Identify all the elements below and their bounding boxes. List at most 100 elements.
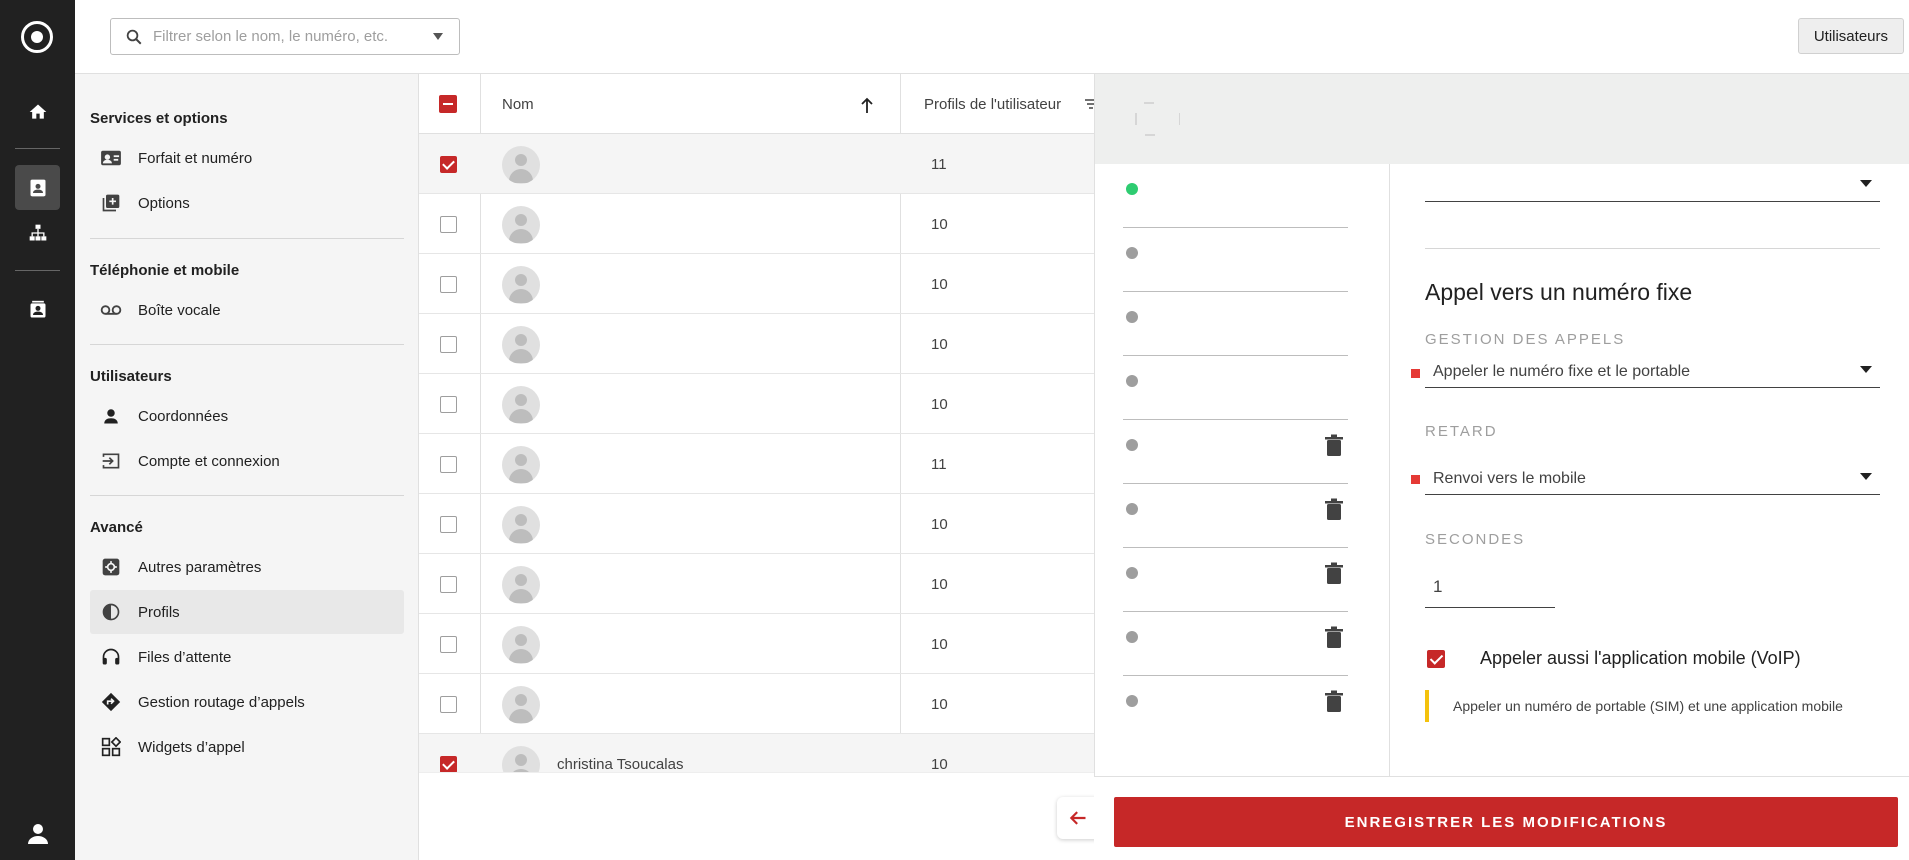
status-icon	[1126, 375, 1138, 387]
row-checkbox[interactable]	[440, 636, 457, 653]
status-active-icon	[1126, 183, 1138, 195]
table-row[interactable]: 10	[419, 614, 1094, 674]
row-checkbox[interactable]	[440, 516, 457, 533]
user-profile-count: 10	[931, 755, 948, 773]
menu-item-label: Boîte vocale	[138, 301, 221, 319]
avatar	[502, 266, 540, 304]
row-checkbox[interactable]	[440, 576, 457, 593]
list-item[interactable]	[1123, 548, 1348, 612]
row-checkbox[interactable]	[440, 696, 457, 713]
status-icon	[1126, 503, 1138, 515]
user-profile-count: 11	[931, 455, 947, 473]
account-icon[interactable]	[15, 810, 60, 855]
voip-label: Appeler aussi l'application mobile (VoIP…	[1480, 648, 1801, 668]
collapse-panel-button[interactable]	[1057, 797, 1099, 839]
voip-checkbox[interactable]	[1427, 650, 1445, 668]
previous-select[interactable]	[1425, 164, 1880, 202]
status-icon	[1126, 311, 1138, 323]
chevron-down-icon[interactable]	[433, 33, 443, 40]
list-item[interactable]	[1123, 676, 1348, 740]
row-checkbox[interactable]	[440, 276, 457, 293]
headset-icon	[100, 646, 122, 668]
widgets-icon	[100, 736, 122, 758]
list-item[interactable]	[1123, 612, 1348, 676]
select-all-checkbox[interactable]	[439, 95, 457, 113]
panel-header	[1095, 74, 1909, 164]
app-rail	[0, 0, 75, 860]
menu-item-other-settings[interactable]: Autres paramètres	[90, 545, 404, 589]
row-checkbox[interactable]	[440, 756, 457, 772]
menu-item-queues[interactable]: Files d’attente	[90, 635, 404, 679]
table-row[interactable]: 10	[419, 674, 1094, 734]
call-management-select[interactable]: Appeler le numéro fixe et le portable	[1425, 348, 1880, 388]
menu-item-account-login[interactable]: Compte et connexion	[90, 439, 404, 483]
menu-item-plan-number[interactable]: Forfait et numéro	[90, 136, 404, 180]
row-checkbox[interactable]	[440, 156, 457, 173]
row-checkbox[interactable]	[440, 456, 457, 473]
list-item[interactable]	[1123, 164, 1348, 228]
sort-ascending-icon[interactable]	[859, 96, 875, 114]
menu-item-contact-details[interactable]: Coordonnées	[90, 394, 404, 438]
status-icon	[1126, 567, 1138, 579]
list-item[interactable]	[1123, 420, 1348, 484]
list-item[interactable]	[1123, 484, 1348, 548]
filter-icon[interactable]	[1085, 99, 1094, 109]
row-checkbox[interactable]	[440, 216, 457, 233]
address-book-icon[interactable]	[15, 287, 60, 332]
menu-section-title: Services et options	[90, 110, 228, 127]
user-profile-count: 10	[931, 275, 948, 293]
list-item[interactable]	[1123, 356, 1348, 420]
app-logo-icon[interactable]	[21, 21, 53, 53]
status-icon	[1126, 695, 1138, 707]
routing-diamond-icon	[100, 691, 122, 713]
contact-card-icon[interactable]	[15, 165, 60, 210]
menu-section-title: Téléphonie et mobile	[90, 262, 240, 279]
status-icon	[1126, 439, 1138, 451]
settings-box-icon	[100, 556, 122, 578]
menu-item-options[interactable]: Options	[90, 181, 404, 225]
delay-value: Renvoi vers le mobile	[1433, 470, 1586, 487]
avatar	[502, 326, 540, 364]
home-icon[interactable]	[15, 89, 60, 134]
table-row[interactable]: 10	[419, 374, 1094, 434]
chevron-down-icon	[1860, 366, 1872, 373]
table-row[interactable]: 10	[419, 494, 1094, 554]
row-checkbox[interactable]	[440, 396, 457, 413]
trash-icon[interactable]	[1324, 690, 1344, 712]
table-row[interactable]: 10	[419, 314, 1094, 374]
profile-detail-panel: Appel vers un numéro fixe Gestion des ap…	[1094, 74, 1909, 860]
profile-placeholder-icon	[1135, 102, 1180, 136]
list-item[interactable]	[1123, 228, 1348, 292]
table-row[interactable]: 10	[419, 254, 1094, 314]
users-button[interactable]: Utilisateurs	[1797, 18, 1904, 54]
column-header-profiles[interactable]: Profils de l'utilisateur	[924, 74, 1061, 134]
table-row[interactable]: 10	[419, 194, 1094, 254]
menu-item-call-widgets[interactable]: Widgets d’appel	[90, 725, 404, 769]
column-header-name[interactable]: Nom	[502, 74, 534, 134]
table-row[interactable]: christina Tsoucalas 10	[419, 734, 1094, 772]
seconds-value: 1	[1433, 577, 1443, 596]
menu-item-voicemail[interactable]: Boîte vocale	[90, 288, 404, 332]
trash-icon[interactable]	[1324, 498, 1344, 520]
voip-hint: Appeler un numéro de portable (SIM) et u…	[1425, 690, 1875, 722]
trash-icon[interactable]	[1324, 434, 1344, 456]
trash-icon[interactable]	[1324, 626, 1344, 648]
table-row[interactable]: 10	[419, 554, 1094, 614]
call-management-value: Appeler le numéro fixe et le portable	[1433, 363, 1691, 380]
table-row[interactable]: 11	[419, 134, 1094, 194]
avatar	[502, 386, 540, 424]
delay-select[interactable]: Renvoi vers le mobile	[1425, 455, 1880, 495]
menu-section-title: Avancé	[90, 519, 143, 536]
save-changes-button[interactable]: ENREGISTRER LES MODIFICATIONS	[1114, 797, 1898, 847]
row-checkbox[interactable]	[440, 336, 457, 353]
trash-icon[interactable]	[1324, 562, 1344, 584]
seconds-input[interactable]: 1	[1425, 562, 1555, 608]
menu-item-profiles[interactable]: Profils	[90, 590, 404, 634]
list-item[interactable]	[1123, 292, 1348, 356]
org-chart-icon[interactable]	[15, 210, 60, 255]
table-row[interactable]: 11	[419, 434, 1094, 494]
menu-item-call-routing[interactable]: Gestion routage d’appels	[90, 680, 404, 724]
search-input[interactable]: Filtrer selon le nom, le numéro, etc.	[110, 18, 460, 55]
half-circle-icon	[100, 601, 122, 623]
avatar	[502, 146, 540, 184]
